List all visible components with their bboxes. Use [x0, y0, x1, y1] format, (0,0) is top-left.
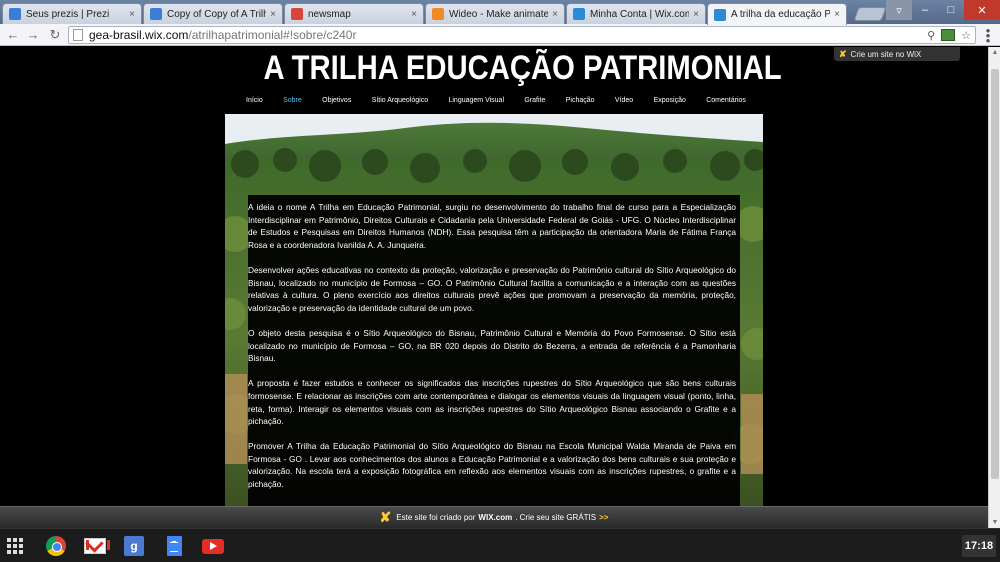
tab-title: newsmap [308, 8, 351, 20]
search-icon[interactable]: ⚲ [927, 29, 935, 42]
gmail-icon[interactable] [83, 534, 110, 558]
close-window-button[interactable]: ✕ [964, 0, 1000, 20]
os-taskbar: g 17:18 [0, 528, 1000, 562]
close-tab-icon[interactable]: × [552, 9, 558, 20]
youtube-icon[interactable] [201, 534, 225, 558]
about-paragraph: Promover A Trilha da Educação Patrimonia… [248, 441, 736, 490]
page-scrollbar[interactable]: ▲ ▼ [988, 47, 1000, 528]
maximize-button[interactable]: □ [938, 0, 964, 20]
extension-icon[interactable] [941, 29, 956, 41]
site-nav-item[interactable]: Pichação [566, 97, 595, 104]
app-launcher-icon[interactable] [4, 535, 26, 557]
wix-banner-cta: . Crie seu site GRÁTIS [515, 513, 597, 522]
browser-tab[interactable]: Wideo - Make animated o × [425, 3, 565, 24]
user-icon[interactable]: ▿ [886, 0, 912, 20]
about-paragraph: A proposta é fazer estudos e conhecer os… [248, 378, 736, 427]
site-nav-item[interactable]: Exposição [654, 97, 686, 104]
about-text: A ideia o nome A Trilha em Educação Patr… [248, 201, 736, 503]
site-nav-item[interactable]: Sítio Arqueológico [372, 97, 428, 104]
site-nav-item[interactable]: Início [246, 97, 263, 104]
browser-tab[interactable]: Minha Conta | Wix.com × [566, 3, 706, 24]
browser-tab[interactable]: Seus prezis | Prezi × [2, 3, 142, 24]
browser-tab[interactable]: A trilha da educação Patrim × [707, 3, 847, 25]
url-path: /atrilhapatrimonial#!sobre/c240r [188, 28, 357, 42]
wix-create-badge[interactable]: ✘ Crie um site no WiX [834, 47, 960, 61]
web-page: ✘ Crie um site no WiX A TRILHA EDUCAÇÃO … [0, 47, 988, 506]
close-tab-icon[interactable]: × [834, 9, 840, 20]
minimize-button[interactable]: – [912, 0, 938, 20]
wideo-icon [432, 8, 444, 20]
chrome-icon[interactable] [44, 534, 68, 558]
prezi-icon [9, 8, 21, 20]
wix-x-icon: ✘ [839, 48, 847, 59]
close-tab-icon[interactable]: × [693, 9, 699, 20]
tab-title: Copy of Copy of A Trilha E [167, 8, 266, 20]
site-nav-item[interactable]: Grafite [524, 97, 545, 104]
menu-icon[interactable]: • • • [982, 24, 994, 47]
tab-title: A trilha da educação Patrim [731, 9, 830, 20]
site-nav-item[interactable]: Linguagem Visual [448, 97, 504, 104]
google-docs-icon[interactable] [162, 534, 186, 558]
site-nav-item[interactable]: Comentários [706, 97, 746, 104]
tab-title: Wideo - Make animated o [449, 8, 548, 20]
wix-icon [714, 8, 726, 21]
close-tab-icon[interactable]: × [411, 9, 417, 20]
reload-icon[interactable]: ↻ [46, 27, 64, 43]
site-nav-item[interactable]: Vídeo [615, 97, 633, 104]
wix-banner-arrows: >> [599, 513, 609, 522]
scroll-up-icon[interactable]: ▲ [989, 49, 1000, 56]
tab-title: Minha Conta | Wix.com [590, 8, 690, 20]
wix-banner-brand: WIX.com [478, 513, 513, 522]
google-plus-icon[interactable]: g [122, 534, 146, 558]
close-tab-icon[interactable]: × [129, 9, 135, 20]
wix-x-icon: ✘ [379, 509, 392, 525]
browser-tab[interactable]: Copy of Copy of A Trilha E × [143, 3, 283, 24]
browser-tab-strip: Seus prezis | Prezi × Copy of Copy of A Tr… [0, 0, 1000, 25]
site-title: A TRILHA EDUCAÇÃO PATRIMONIAL [263, 49, 782, 87]
back-icon[interactable]: ← [4, 27, 22, 42]
about-paragraph: O objeto desta pesquisa é o Sítio Arqueo… [248, 327, 736, 364]
wix-icon [573, 8, 585, 20]
about-paragraph: Desenvolver ações educativas no contexto… [248, 264, 736, 313]
wix-footer-banner[interactable]: ✘ Este site foi criado por WIX.com . Cri… [0, 506, 988, 528]
wix-create-label: Crie um site no WiX [850, 49, 922, 59]
forward-icon[interactable]: → [24, 27, 42, 42]
site-nav-item[interactable]: Objetivos [322, 97, 351, 104]
browser-toolbar: ← → ↻ gea-brasil.wix.com/atrilhapatrimon… [0, 24, 1000, 47]
site-nav-item[interactable]: Sobre [283, 97, 302, 104]
close-tab-icon[interactable]: × [270, 9, 276, 20]
url-host: gea-brasil.wix.com [89, 28, 189, 42]
wix-banner-text: Este site foi criado por [396, 513, 476, 522]
newsmap-icon [291, 8, 303, 20]
browser-tab[interactable]: newsmap × [284, 3, 424, 24]
bookmark-star-icon[interactable]: ☆ [961, 29, 971, 42]
scroll-down-icon[interactable]: ▼ [989, 519, 1000, 526]
window-controls: ▿ – □ ✕ [886, 0, 1000, 20]
new-tab-button[interactable] [853, 7, 887, 21]
prezi-icon [150, 8, 162, 20]
address-bar[interactable]: gea-brasil.wix.com/atrilhapatrimonial#!s… [68, 26, 976, 44]
system-clock[interactable]: 17:18 [962, 535, 996, 557]
site-nav: Início Sobre Objetivos Sítio Arqueológico Li… [246, 97, 746, 104]
scrollbar-thumb[interactable] [991, 69, 999, 479]
page-icon [73, 29, 83, 41]
about-paragraph: A ideia o nome A Trilha em Educação Patr… [248, 202, 736, 250]
tab-title: Seus prezis | Prezi [26, 8, 110, 20]
